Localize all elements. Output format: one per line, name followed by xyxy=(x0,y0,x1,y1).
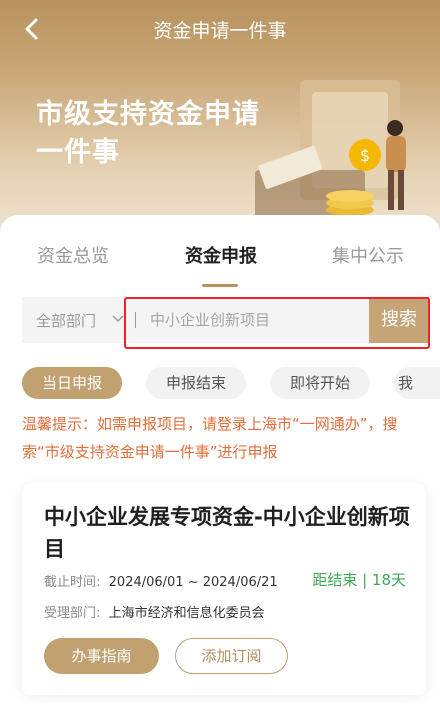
deadline-value: 2024/06/01 ~ 2024/06/21 xyxy=(108,575,278,590)
status-filter: 当日申报 申报结束 即将开始 我 xyxy=(22,367,440,399)
department-row: 受理部门: 上海市经济和信息化委员会 xyxy=(44,602,265,621)
search-button[interactable]: 搜索 xyxy=(369,297,429,343)
project-card[interactable]: 中小企业发展专项资金-中小企业创新项目 截止时间: 2024/06/01 ~ 2… xyxy=(22,483,426,695)
guide-button[interactable]: 办事指南 xyxy=(44,638,159,674)
tab-public-notice[interactable]: 集中公示 xyxy=(332,242,404,268)
countdown-badge: 距结束 | 18天 xyxy=(312,571,406,589)
search-input[interactable] xyxy=(150,306,375,334)
department-select[interactable]: 全部部门 xyxy=(36,310,96,331)
svg-text:$: $ xyxy=(360,146,370,165)
hero-banner: $ 资金申请一件事 市级支持资金申请一件事 xyxy=(0,0,440,235)
department-value: 上海市经济和信息化委员会 xyxy=(108,606,265,621)
chevron-down-icon[interactable] xyxy=(112,315,124,323)
pill-ended[interactable]: 申报结束 xyxy=(146,367,246,399)
pill-mine[interactable]: 我 xyxy=(394,367,440,399)
hero-title: 市级支持资金申请一件事 xyxy=(36,99,260,168)
search-bar: 全部部门 搜索 xyxy=(22,297,429,343)
pill-today[interactable]: 当日申报 xyxy=(22,367,122,399)
department-label: 受理部门: xyxy=(44,606,101,621)
tab-application[interactable]: 资金申报 xyxy=(185,242,257,268)
project-title: 中小企业发展专项资金-中小企业创新项目 xyxy=(44,505,410,561)
active-tab-indicator xyxy=(202,284,238,287)
page-title: 资金申请一件事 xyxy=(153,20,287,42)
notice-text: 温馨提示：如需申报项目，请登录上海市“一网通办”，搜索“市级支持资金申请一件事”… xyxy=(22,415,398,461)
finance-illustration: $ xyxy=(255,80,406,220)
deadline-label: 截止时间: xyxy=(44,575,101,590)
tab-overview[interactable]: 资金总览 xyxy=(37,242,109,268)
deadline-row: 截止时间: 2024/06/01 ~ 2024/06/21 xyxy=(44,571,278,590)
pill-upcoming[interactable]: 即将开始 xyxy=(270,367,370,399)
subscribe-button[interactable]: 添加订阅 xyxy=(175,638,288,674)
divider xyxy=(135,312,136,328)
nav-bar: 资金申请一件事 xyxy=(0,0,440,60)
